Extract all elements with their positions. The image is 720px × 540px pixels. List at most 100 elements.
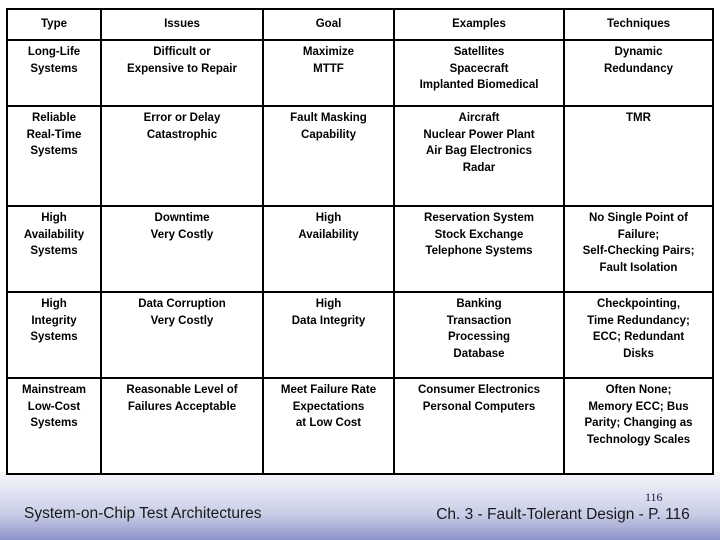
cell-examples: Consumer Electronics Personal Computers bbox=[393, 377, 565, 475]
cell-type: Mainstream Low-Cost Systems bbox=[6, 377, 102, 475]
cell-line: Reservation System bbox=[424, 212, 534, 224]
cell-line: Aircraft bbox=[458, 112, 500, 124]
cell-issues: Data Corruption Very Costly bbox=[100, 291, 264, 379]
cell-line: Implanted Biomedical bbox=[419, 79, 539, 92]
column-header-techniques: Techniques bbox=[563, 8, 714, 41]
table-row: High Integrity Systems Data Corruption Very … bbox=[6, 291, 714, 379]
cell-line: Self-Checking Pairs; bbox=[582, 245, 695, 258]
cell-line: High bbox=[315, 298, 342, 310]
cell-line: Stock Exchange bbox=[434, 228, 524, 241]
cell-issues: Downtime Very Costly bbox=[100, 205, 264, 293]
cell-line: Nuclear Power Plant bbox=[423, 128, 535, 141]
cell-line: Often None; bbox=[605, 384, 672, 396]
cell-line: Failure; bbox=[617, 228, 660, 241]
cell-line: Telephone Systems bbox=[425, 245, 533, 258]
cell-line: Very Costly bbox=[150, 228, 214, 241]
cell-line: Air Bag Electronics bbox=[425, 145, 533, 158]
cell-line: Reasonable Level of bbox=[126, 384, 238, 396]
fault-tolerance-comparison-table: Type Issues Goal Examples Techniques Lon… bbox=[6, 8, 714, 475]
column-header-goal: Goal bbox=[262, 8, 395, 41]
slide-canvas: Type Issues Goal Examples Techniques Lon… bbox=[0, 0, 720, 540]
cell-line: Satellites bbox=[453, 46, 505, 58]
cell-line: Processing bbox=[448, 331, 510, 344]
cell-line: at Low Cost bbox=[295, 417, 362, 430]
cell-line: High bbox=[41, 298, 67, 310]
cell-line: ECC; Redundant bbox=[592, 331, 685, 344]
cell-line: Downtime bbox=[154, 212, 210, 224]
footer-chapter-label: Ch. 3 - Fault-Tolerant Design - P. 116 bbox=[436, 506, 690, 523]
cell-examples: Aircraft Nuclear Power Plant Air Bag Elect… bbox=[393, 105, 565, 207]
cell-line: Difficult or bbox=[153, 46, 211, 58]
page-number: 116 bbox=[645, 490, 663, 504]
cell-techniques: No Single Point of Failure; Self-Checking … bbox=[563, 205, 714, 293]
cell-line: Availability bbox=[23, 228, 85, 241]
table-row: Long-Life Systems Difficult or Expensive to… bbox=[6, 39, 714, 107]
cell-line: Banking bbox=[456, 298, 502, 310]
footer-book-title: System-on-Chip Test Architectures bbox=[24, 505, 262, 522]
cell-line: Personal Computers bbox=[422, 400, 536, 413]
column-header-examples: Examples bbox=[393, 8, 565, 41]
table-row: Reliable Real-Time Systems Error or Delay Ca… bbox=[6, 105, 714, 207]
cell-line: Reliable bbox=[31, 112, 77, 124]
cell-line: Checkpointing, bbox=[596, 298, 681, 310]
column-header-type: Type bbox=[6, 8, 102, 41]
cell-line: Real-Time bbox=[26, 128, 82, 141]
table-row: Mainstream Low-Cost Systems Reasonable Leve… bbox=[6, 377, 714, 475]
cell-goal: Meet Failure Rate Expectations at Low Cost bbox=[262, 377, 395, 475]
cell-techniques: Checkpointing, Time Redundancy; ECC; Redun… bbox=[563, 291, 714, 379]
cell-line: Disks bbox=[623, 348, 654, 361]
cell-line: Catastrophic bbox=[146, 128, 218, 141]
cell-goal: Fault Masking Capability bbox=[262, 105, 395, 207]
cell-line: Systems bbox=[30, 331, 78, 344]
cell-examples: Banking Transaction Processing Database bbox=[393, 291, 565, 379]
cell-line: Failures Acceptable bbox=[127, 400, 237, 413]
cell-line: Time Redundancy; bbox=[587, 314, 690, 327]
cell-line: Fault Isolation bbox=[599, 262, 678, 275]
cell-line: Spacecraft bbox=[449, 62, 509, 75]
table-header-row: Type Issues Goal Examples Techniques bbox=[6, 8, 714, 41]
cell-techniques: Dynamic Redundancy bbox=[563, 39, 714, 107]
cell-line: Data Integrity bbox=[291, 314, 366, 327]
cell-line: Error or Delay bbox=[143, 112, 221, 124]
cell-line: No Single Point of bbox=[588, 212, 689, 224]
cell-line: Maximize bbox=[302, 46, 355, 58]
table-body: Long-Life Systems Difficult or Expensive to… bbox=[6, 39, 714, 475]
cell-line: TMR bbox=[626, 112, 651, 124]
cell-line: Expensive to Repair bbox=[127, 62, 237, 75]
cell-line: Low-Cost bbox=[27, 400, 81, 413]
cell-type: Long-Life Systems bbox=[6, 39, 102, 107]
cell-line: Expectations bbox=[292, 400, 365, 413]
cell-line: Capability bbox=[301, 128, 356, 141]
cell-line: Dynamic bbox=[614, 46, 663, 58]
cell-line: Integrity bbox=[31, 314, 77, 327]
cell-line: Memory ECC; Bus bbox=[588, 400, 689, 413]
cell-issues: Difficult or Expensive to Repair bbox=[100, 39, 264, 107]
cell-examples: Satellites Spacecraft Implanted Biomedical bbox=[393, 39, 565, 107]
cell-line: Fault Masking bbox=[290, 112, 367, 124]
cell-line: Consumer Electronics bbox=[417, 384, 541, 396]
column-header-issues: Issues bbox=[100, 8, 264, 41]
cell-line: Mainstream bbox=[22, 384, 86, 396]
cell-issues: Reasonable Level of Failures Acceptable bbox=[100, 377, 264, 475]
cell-goal: High Availability bbox=[262, 205, 395, 293]
cell-line: Meet Failure Rate bbox=[280, 384, 377, 396]
cell-type: Reliable Real-Time Systems bbox=[6, 105, 102, 207]
cell-line: Transaction bbox=[446, 314, 512, 327]
cell-techniques: Often None; Memory ECC; Bus Parity; Changi… bbox=[563, 377, 714, 475]
cell-techniques: TMR bbox=[563, 105, 714, 207]
cell-type: High Availability Systems bbox=[6, 205, 102, 293]
cell-line: Availability bbox=[298, 228, 359, 241]
cell-line: Systems bbox=[30, 417, 78, 430]
cell-line: Parity; Changing as bbox=[584, 417, 693, 430]
cell-examples: Reservation System Stock Exchange Telephon… bbox=[393, 205, 565, 293]
cell-line: MTTF bbox=[313, 62, 344, 75]
cell-line: Technology Scales bbox=[586, 434, 691, 447]
cell-line: High bbox=[41, 212, 67, 224]
cell-line: Systems bbox=[30, 245, 78, 258]
cell-line: Long-Life bbox=[27, 46, 81, 58]
cell-goal: High Data Integrity bbox=[262, 291, 395, 379]
cell-type: High Integrity Systems bbox=[6, 291, 102, 379]
table-row: High Availability Systems Downtime Very Cost… bbox=[6, 205, 714, 293]
cell-line: Database bbox=[453, 348, 505, 361]
cell-goal: Maximize MTTF bbox=[262, 39, 395, 107]
